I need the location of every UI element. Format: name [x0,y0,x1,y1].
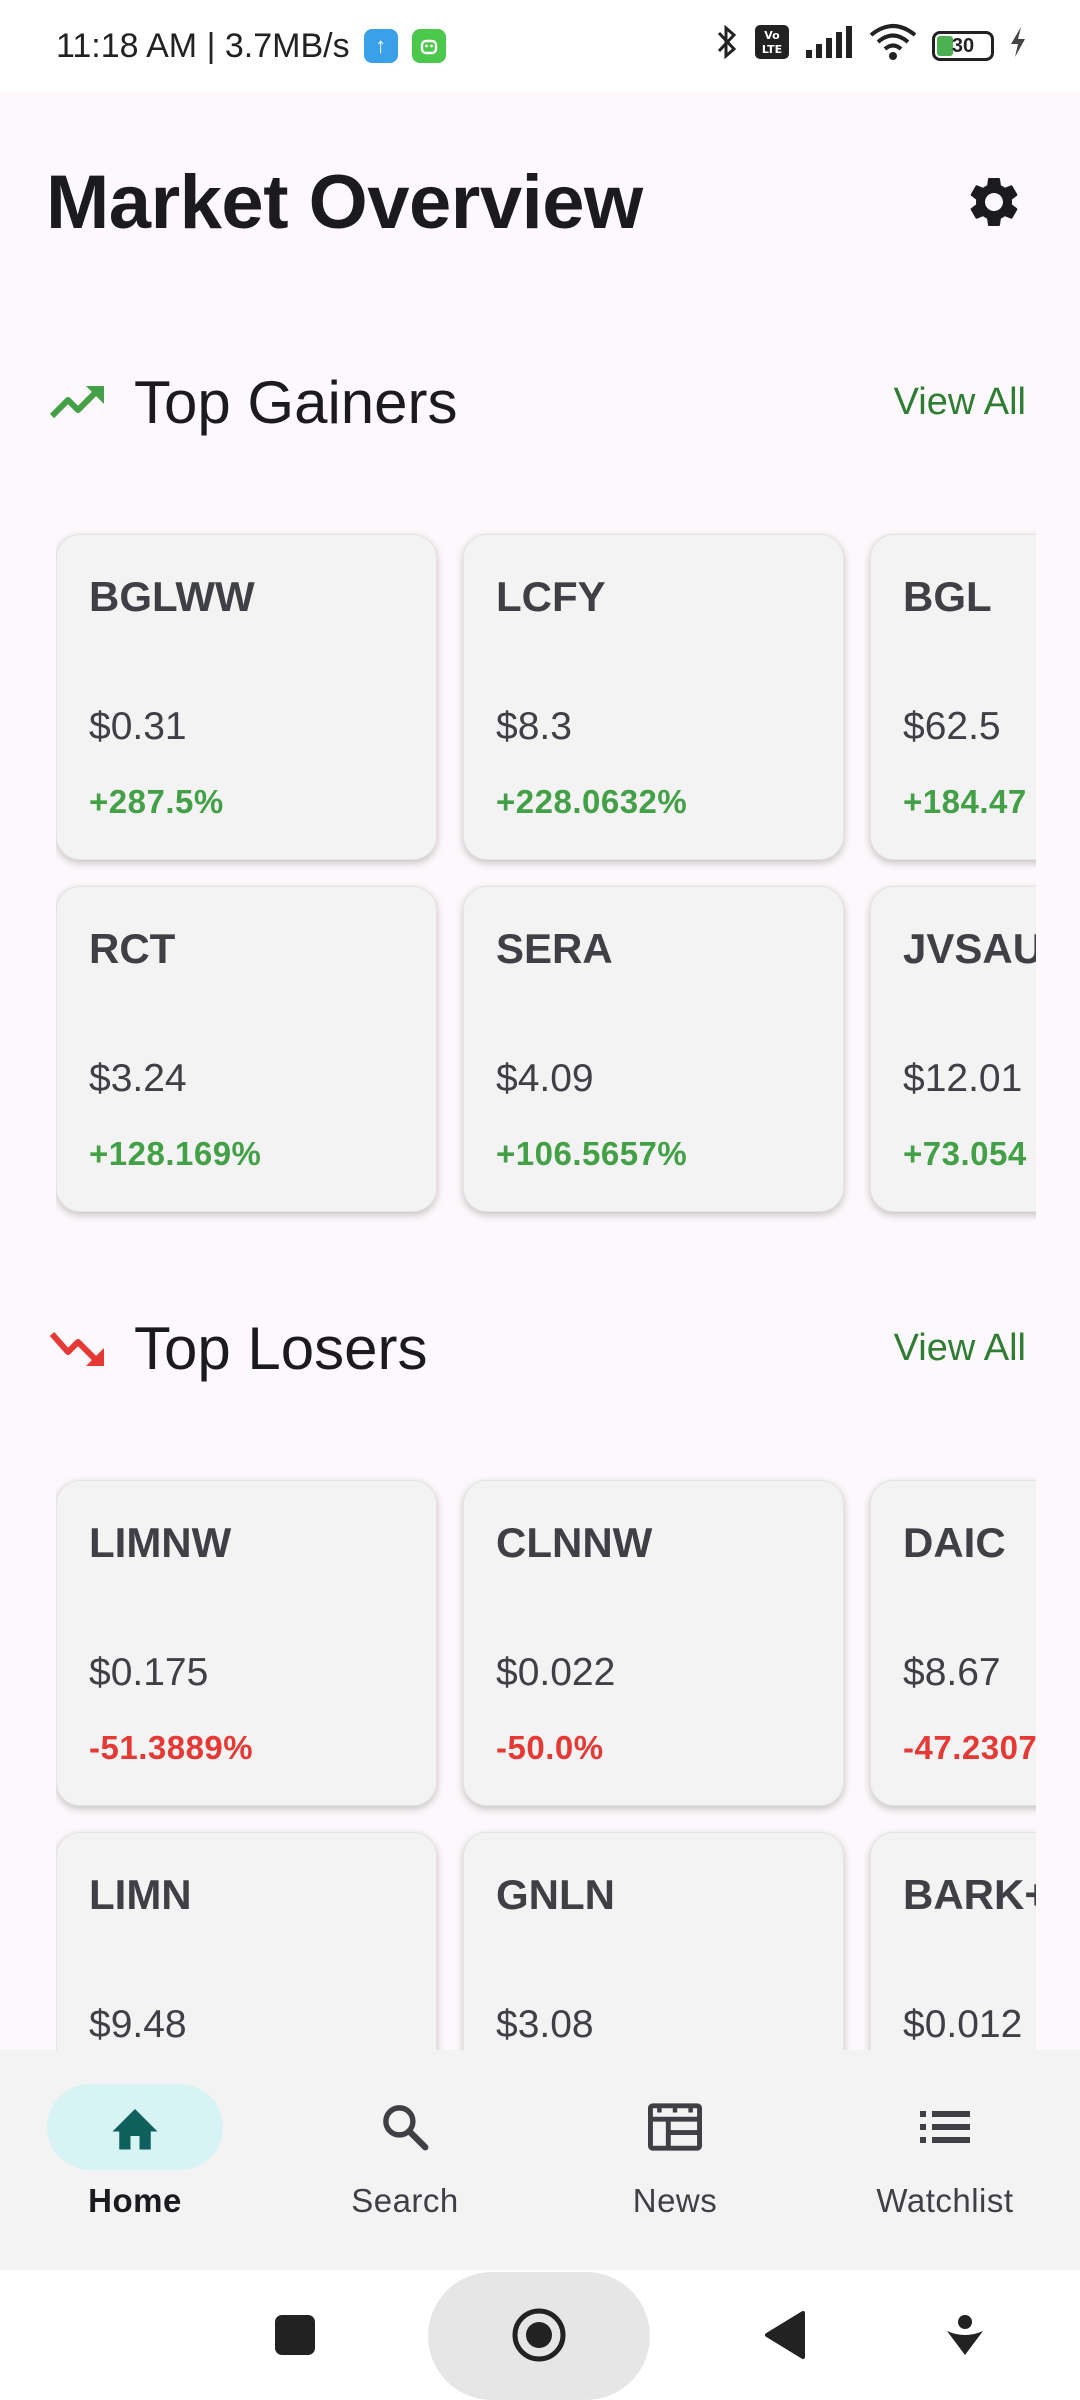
svg-text:LTE: LTE [762,43,782,56]
status-bar: 11:18 AM | 3.7MB/s ↑ Vo LTE 30 [0,0,1080,92]
signal-icon [804,24,854,69]
bottom-navigation: Home Search News Watchlist [0,2050,1080,2270]
stock-price: $9.48 [89,2003,187,2046]
stock-ticker: RCT [89,925,176,972]
stock-change: +184.47 [903,783,1027,820]
search-icon [383,2105,429,2151]
stock-price: $8.67 [903,1651,1001,1694]
stock-price: $0.175 [89,1651,209,1694]
stock-price: $4.09 [496,1057,594,1100]
stock-ticker: LIMNW [89,1519,232,1566]
top-losers-header: Top Losers View All [0,1288,1080,1408]
nav-item-search[interactable]: Search [270,2050,540,2270]
stock-ticker: LIMN [89,1871,192,1918]
stock-change: +287.5% [89,783,224,820]
system-navigation-bar [0,2270,1080,2400]
stock-change: +228.0632% [496,783,688,820]
stock-ticker: GNLN [496,1871,615,1918]
nav-item-home[interactable]: Home [0,2050,270,2270]
back-button[interactable] [740,2270,830,2400]
stock-change: +73.054 [903,1135,1027,1172]
battery-level: 30 [951,34,975,57]
stock-card[interactable]: JVSAU $12.01 +73.054 [870,886,1036,1212]
stock-card[interactable]: BGL $62.5 +184.47 [870,534,1036,860]
stock-change: -50.0% [496,1729,604,1766]
status-time: 11:18 AM | 3.7MB/s [56,26,350,65]
recents-icon [275,2315,315,2355]
list-icon [920,2111,970,2143]
nav-label-news: News [632,2182,718,2219]
view-all-gainers-button[interactable]: View All [894,381,1034,424]
section-title-losers: Top Losers [134,1314,428,1382]
stock-card[interactable]: CLNNW $0.022 -50.0% [463,1480,844,1806]
trending-up-icon [49,385,104,419]
stock-change: +128.169% [89,1135,262,1172]
recents-button[interactable] [250,2270,340,2400]
stock-card[interactable]: BGLWW $0.31 +287.5% [56,534,437,860]
volte-icon: Vo LTE [754,24,790,69]
stock-price: $8.3 [496,705,572,748]
nav-label-watchlist: Watchlist [876,2182,1014,2219]
page-title: Market Overview [46,159,643,245]
stock-ticker: BARK+ [903,1871,1036,1918]
assistant-icon [947,2315,983,2355]
battery-icon: 30 [932,31,994,61]
view-all-losers-button[interactable]: View All [894,1327,1034,1370]
stock-change: +106.5657% [496,1135,688,1172]
nav-item-watchlist[interactable]: Watchlist [810,2050,1080,2270]
gear-icon [970,177,1018,226]
stock-price: $62.5 [903,705,1001,748]
wifi-icon [868,23,918,70]
stock-card[interactable]: BARK+ $0.012 [870,1832,1036,2050]
losers-carousel[interactable]: LIMNW $0.175 -51.3889% CLNNW $0.022 -50.… [56,1476,1036,2050]
stock-card[interactable]: LIMNW $0.175 -51.3889% [56,1480,437,1806]
settings-button[interactable] [954,162,1034,242]
stock-change: -51.3889% [89,1729,254,1766]
stock-ticker: LCFY [496,573,606,620]
trending-down-icon [49,1332,104,1366]
stock-ticker: BGL [903,573,992,620]
stock-price: $3.08 [496,2003,594,2046]
stock-ticker: JVSAU [903,925,1036,972]
stock-card[interactable]: DAIC $8.67 -47.2307 [870,1480,1036,1806]
stock-price: $0.022 [496,1651,616,1694]
stock-ticker: DAIC [903,1519,1006,1566]
home-icon [112,2109,158,2150]
stock-price: $12.01 [903,1057,1023,1100]
nav-item-news[interactable]: News [540,2050,810,2270]
stock-price: $0.012 [903,2003,1023,2046]
gainers-carousel[interactable]: BGLWW $0.31 +287.5% LCFY $8.3 +228.0632%… [56,530,1036,1230]
app-header: Market Overview [0,92,1080,312]
home-circle-icon [512,2308,566,2362]
home-button[interactable] [494,2270,584,2400]
stock-card[interactable]: SERA $4.09 +106.5657% [463,886,844,1212]
bluetooth-icon [714,23,740,70]
news-icon [648,2103,702,2151]
stock-price: $3.24 [89,1057,187,1100]
back-icon [765,2311,805,2359]
stock-card[interactable]: LCFY $8.3 +228.0632% [463,534,844,860]
upload-icon: ↑ [363,29,398,63]
stock-card[interactable]: LIMN $9.48 [56,1832,437,2050]
svg-text:Vo: Vo [764,29,780,42]
stock-card[interactable]: RCT $3.24 +128.169% [56,886,437,1212]
stock-ticker: BGLWW [89,573,255,620]
section-title-gainers: Top Gainers [134,368,458,436]
stock-price: $0.31 [89,705,187,748]
stock-change: -47.2307 [903,1729,1036,1766]
top-gainers-header: Top Gainers View All [0,342,1080,462]
assistant-button[interactable] [920,2270,1010,2400]
stock-card[interactable]: GNLN $3.08 [463,1832,844,2050]
nav-label-search: Search [351,2182,459,2219]
charging-icon [1008,25,1028,68]
stock-ticker: SERA [496,925,613,972]
nav-label-home: Home [88,2182,182,2219]
stock-ticker: CLNNW [496,1519,653,1566]
android-icon [411,29,446,63]
